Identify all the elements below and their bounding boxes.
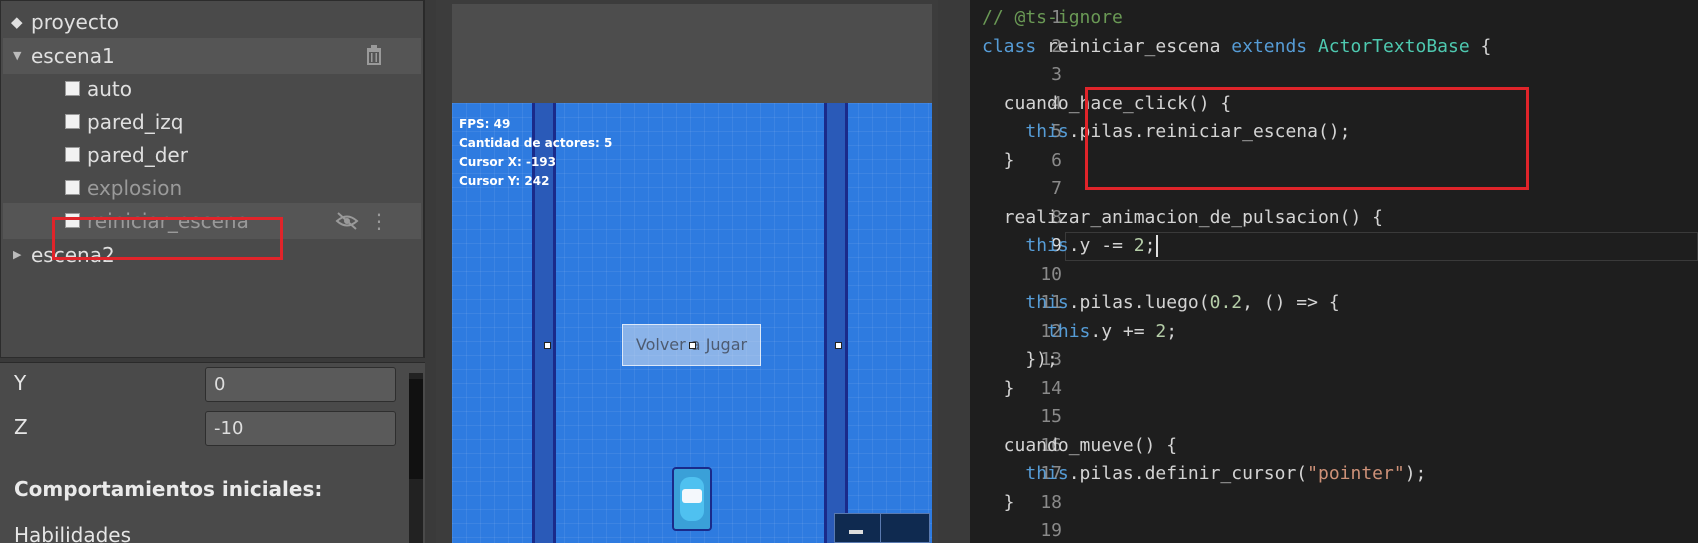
properties-panel: Y 0 Z -10 Comportamientos iniciales: Hab… [0,362,425,543]
abilities-label: Habilidades [14,523,132,543]
car-window [682,489,702,503]
text-caret [1155,235,1158,257]
pared-der-sprite[interactable] [824,103,848,543]
tree-item-pared-izq[interactable]: pared_izq [3,104,421,140]
scene-tree-panel: ◆ proyecto ▼ escena1 auto pared_izq pare… [0,0,425,358]
hud-cursor-y: Cursor Y: 242 [459,174,550,188]
auto-sprite[interactable] [672,467,712,531]
z-input[interactable]: -10 [205,411,396,446]
minus-icon[interactable] [849,530,863,534]
code-line[interactable]: } [982,375,1015,404]
chevron-down-icon[interactable]: ▼ [13,38,21,74]
kebab-menu-icon[interactable]: ⋮ [369,203,389,239]
tree-item-auto[interactable]: auto [3,71,421,107]
tree-item-label: auto [87,77,133,101]
y-label: Y [14,371,27,395]
chevron-right-icon[interactable]: ▶ [13,237,21,273]
eye-slash-icon[interactable] [335,211,359,231]
code-line[interactable]: this.pilas.luego(0.2, () => { [982,289,1339,318]
canvas-toolbar[interactable] [834,513,930,543]
code-line[interactable]: }); [982,346,1058,375]
pivot-handle[interactable] [835,342,842,349]
hud-actor-count: Cantidad de actores: 5 [459,136,613,150]
game-canvas[interactable]: FPS: 49 Cantidad de actores: 5 Cursor X:… [452,103,932,543]
code-line[interactable]: class reiniciar_escena extends ActorText… [982,33,1491,62]
code-line[interactable]: realizar_animacion_de_pulsacion() { [982,204,1383,233]
code-line[interactable]: cuando_mueve() { [982,432,1177,461]
behaviors-title: Comportamientos iniciales: [14,477,323,501]
tree-item-pared-der[interactable]: pared_der [3,137,421,173]
tree-item-label: proyecto [31,10,119,34]
line-number: 19 [1040,520,1062,541]
app-window: ◆ proyecto ▼ escena1 auto pared_izq pare… [0,0,1698,543]
line-number: 15 [1040,406,1062,427]
code-line[interactable]: this.y += 2; [982,318,1177,347]
line-number: 7 [1051,178,1062,199]
actor-checkbox[interactable] [65,114,80,129]
actor-checkbox[interactable] [65,147,80,162]
tree-item-label: explosion [87,176,183,200]
pivot-handle[interactable] [689,342,696,349]
y-input[interactable]: 0 [205,367,396,402]
actor-checkbox[interactable] [65,81,80,96]
current-line-highlight [1065,232,1698,261]
code-line[interactable]: } [982,489,1015,518]
diamond-icon: ◆ [11,13,23,31]
tree-item-explosion[interactable]: explosion [3,170,421,206]
code-line[interactable]: this.y -= 2; [982,232,1155,261]
line-number: 10 [1040,263,1062,285]
panel-divider[interactable] [942,0,970,543]
code-highlight-box [1085,87,1529,190]
z-label: Z [14,415,28,439]
toolbar-cell[interactable] [835,514,881,543]
tree-item-escena1[interactable]: ▼ escena1 [3,38,421,74]
code-line[interactable]: } [982,147,1015,176]
selection-highlight-box [52,217,283,260]
line-number: 3 [1051,64,1062,85]
actor-checkbox[interactable] [65,180,80,195]
pared-izq-sprite[interactable] [532,103,556,543]
tree-item-label: pared_izq [87,110,184,134]
code-line[interactable]: // @ts-ignore [982,4,1123,33]
canvas-top-area [452,4,932,103]
pivot-handle[interactable] [544,342,551,349]
code-line[interactable]: this.pilas.definir_cursor("pointer"); [982,460,1426,489]
hud-fps: FPS: 49 [459,117,511,131]
tree-item-label: escena1 [31,44,115,68]
trash-icon[interactable] [365,44,383,66]
properties-scrollbar[interactable] [409,373,423,543]
scrollbar-thumb[interactable] [409,379,423,479]
tree-item-label: pared_der [87,143,188,167]
code-editor[interactable]: 1// @ts-ignore 2 class reiniciar_escena ex… [970,0,1698,543]
hud-cursor-x: Cursor X: -193 [459,155,557,169]
tree-item-proyecto[interactable]: ◆ proyecto [3,4,421,40]
